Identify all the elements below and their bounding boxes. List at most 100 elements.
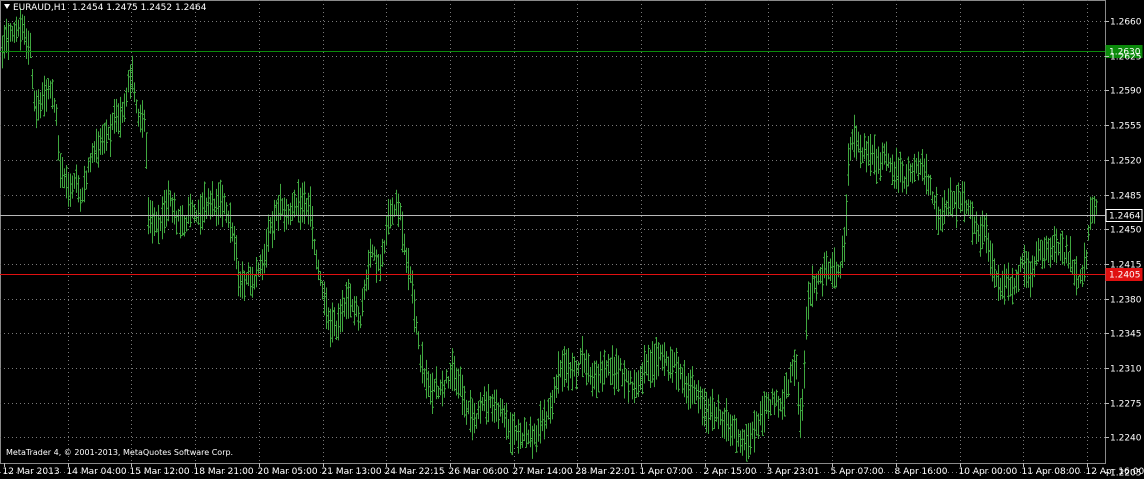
ohlc-bar bbox=[9, 23, 12, 42]
ohlc-bar bbox=[319, 271, 322, 286]
ohlc-bar bbox=[73, 173, 76, 189]
x-tick-label: 18 Mar 21:00 bbox=[194, 467, 254, 477]
ohlc-bar bbox=[701, 388, 704, 426]
ohlc-bar bbox=[817, 270, 820, 285]
ohlc-bar bbox=[133, 82, 136, 103]
ohlc-bar bbox=[35, 90, 38, 129]
price-chart[interactable]: 1.26301.24641.2405 1.26601.26251.25901.2… bbox=[0, 0, 1144, 479]
ohlc-bar bbox=[469, 389, 472, 433]
ohlc-bar bbox=[355, 296, 358, 317]
y-tick-label: 1.2450 bbox=[1110, 226, 1142, 236]
ohlc-bar bbox=[569, 361, 572, 379]
ohlc-bar bbox=[647, 344, 650, 381]
ohlc-bar bbox=[97, 131, 100, 168]
ohlc-bar bbox=[481, 397, 484, 411]
ohlc-bar bbox=[977, 224, 980, 242]
y-tick-label: 1.2625 bbox=[1110, 53, 1142, 63]
ohlc-bar bbox=[459, 366, 462, 397]
ohlc-bar bbox=[125, 87, 128, 107]
y-tick-label: 1.2415 bbox=[1110, 261, 1142, 271]
ohlc-bar bbox=[729, 414, 732, 447]
ohlc-bar bbox=[763, 391, 766, 433]
ohlc-bar bbox=[753, 410, 756, 453]
ohlc-bar bbox=[807, 281, 810, 320]
ohlc-bar bbox=[261, 249, 264, 281]
ohlc-bar bbox=[715, 406, 718, 422]
ohlc-bar bbox=[87, 157, 90, 173]
ohlc-bar bbox=[987, 232, 990, 262]
ohlc-bar bbox=[623, 360, 626, 399]
ohlc-bar bbox=[17, 19, 20, 37]
ohlc-bar bbox=[83, 165, 86, 203]
ohlc-bar bbox=[285, 198, 288, 230]
ohlc-bar bbox=[527, 429, 530, 445]
ohlc-bar bbox=[431, 372, 434, 415]
ohlc-bar bbox=[429, 373, 432, 405]
x-tick-label: 8 Apr 16:00 bbox=[895, 467, 948, 477]
ohlc-bar bbox=[591, 362, 594, 397]
chart-window[interactable]: 1.2630 1.2464 1.2405 1.2660 1.2625 1.2590 1.2… bbox=[0, 0, 1144, 479]
ohlc-bar bbox=[307, 192, 310, 225]
ohlc-bar bbox=[301, 182, 304, 223]
ohlc-bar bbox=[905, 164, 908, 195]
ohlc-bar bbox=[413, 289, 416, 333]
ohlc-bar bbox=[511, 413, 514, 456]
ohlc-bar bbox=[397, 193, 400, 228]
ohlc-bar bbox=[263, 243, 266, 274]
ohlc-bar bbox=[863, 133, 866, 160]
ohlc-bar bbox=[365, 269, 368, 292]
ohlc-bar bbox=[435, 366, 438, 400]
ohlc-bar bbox=[997, 264, 1000, 301]
ohlc-bar bbox=[1049, 237, 1052, 268]
ohlc-bar bbox=[69, 173, 72, 207]
ohlc-bar bbox=[311, 206, 314, 250]
ohlc-bar bbox=[201, 192, 204, 230]
ohlc-bar bbox=[979, 216, 982, 257]
ohlc-bar bbox=[269, 217, 272, 234]
ohlc-bar bbox=[993, 258, 996, 289]
ohlc-bar bbox=[1069, 236, 1072, 273]
ohlc-bar bbox=[915, 157, 918, 174]
ohlc-bar bbox=[803, 350, 806, 389]
ohlc-bar bbox=[1035, 241, 1038, 266]
ohlc-bar bbox=[483, 386, 486, 412]
x-tick-label: 1 Apr 07:00 bbox=[640, 467, 693, 477]
ohlc-bar bbox=[741, 428, 744, 456]
ohlc-bar bbox=[251, 266, 254, 298]
ohlc-bar bbox=[117, 103, 120, 135]
ohlc-bar bbox=[599, 351, 602, 384]
ohlc-bar bbox=[5, 18, 8, 54]
ohlc-bar bbox=[689, 369, 692, 409]
ohlc-bar bbox=[1065, 235, 1068, 264]
ohlc-bar bbox=[173, 192, 176, 225]
ohlc-bar bbox=[829, 258, 832, 282]
ohlc-bar bbox=[443, 380, 446, 398]
ohlc-bar bbox=[13, 22, 16, 43]
chevron-down-icon[interactable] bbox=[4, 4, 10, 9]
ohlc-bar bbox=[293, 189, 296, 218]
ohlc-bar bbox=[573, 356, 576, 377]
ohlc-bar bbox=[663, 342, 666, 377]
ohlc-bar bbox=[63, 168, 66, 189]
ohlc-bar bbox=[627, 370, 630, 403]
ohlc-bar bbox=[921, 148, 924, 182]
ohlc-bar bbox=[751, 421, 754, 440]
ohlc-bar bbox=[421, 341, 424, 384]
ohlc-bar bbox=[105, 119, 108, 151]
ohlc-bar bbox=[565, 349, 568, 383]
ohlc-bar bbox=[163, 190, 166, 234]
ohlc-bar bbox=[587, 353, 590, 383]
x-tick-label: 12 Apr 16:00 bbox=[1086, 467, 1144, 477]
ohlc-bar bbox=[345, 282, 348, 320]
price-line-label: 1.2405 bbox=[1109, 271, 1141, 281]
ohlc-bar bbox=[769, 399, 772, 416]
ohlc-bar bbox=[907, 156, 910, 187]
ohlc-bar bbox=[557, 351, 560, 394]
ohlc-bar bbox=[775, 389, 778, 406]
ohlc-bar bbox=[795, 354, 798, 380]
ohlc-bar bbox=[281, 198, 284, 217]
ohlc-bar bbox=[553, 377, 556, 404]
ohlc-bar bbox=[445, 369, 448, 384]
ohlc-bar bbox=[1053, 226, 1056, 263]
ohlc-bar bbox=[501, 399, 504, 424]
